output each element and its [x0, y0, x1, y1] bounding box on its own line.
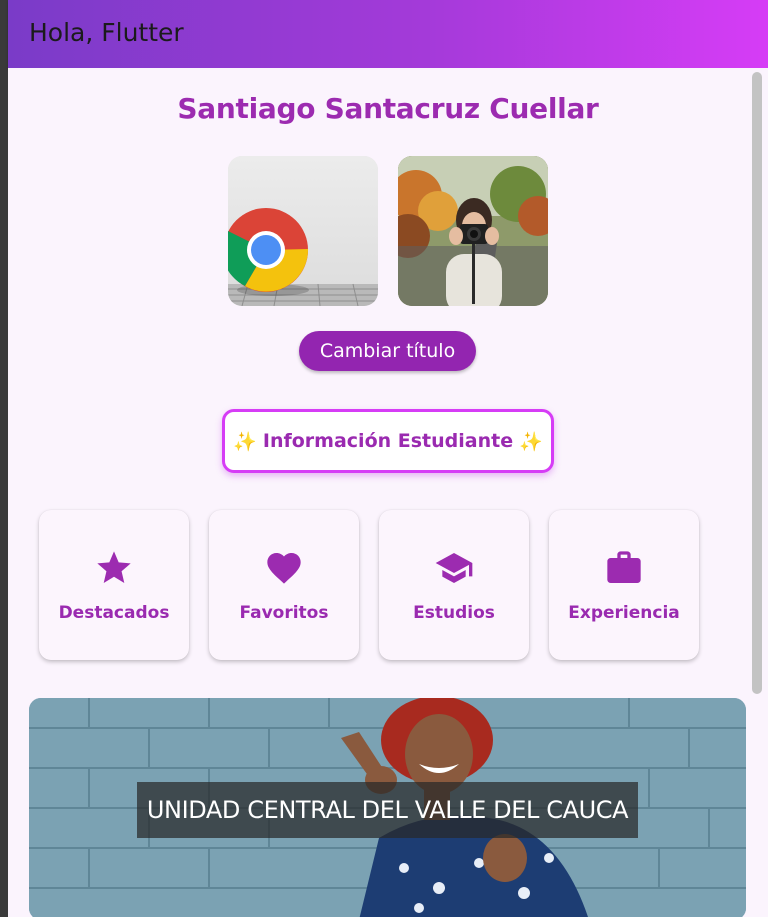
photographer-illustration: [398, 156, 548, 306]
student-info-button[interactable]: ✨ Información Estudiante ✨: [222, 409, 554, 473]
card-destacados[interactable]: Destacados: [39, 510, 189, 660]
graduation-cap-icon: [435, 553, 473, 583]
card-label: Experiencia: [568, 603, 680, 623]
card-estudios[interactable]: Estudios: [379, 510, 529, 660]
chrome-logo-icon: [228, 156, 378, 306]
card-label: Estudios: [413, 603, 495, 623]
window-edge: [0, 0, 8, 917]
card-experiencia[interactable]: Experiencia: [549, 510, 699, 660]
banner-caption-box: UNIDAD CENTRAL DEL VALLE DEL CAUCA: [137, 782, 638, 838]
sparkles-icon: ✨: [233, 430, 257, 453]
card-label: Favoritos: [239, 603, 329, 623]
app-bar: Hola, Flutter: [8, 0, 768, 68]
banner-caption: UNIDAD CENTRAL DEL VALLE DEL CAUCA: [146, 796, 629, 824]
change-title-button[interactable]: Cambiar título: [299, 331, 476, 371]
student-info-label: Información Estudiante: [262, 430, 514, 452]
heart-icon: [267, 553, 301, 584]
star-icon: [97, 551, 131, 583]
photographer-image: [398, 156, 548, 306]
app-bar-title: Hola, Flutter: [29, 18, 184, 47]
chrome-logo-image: [228, 156, 378, 306]
app-window: Hola, Flutter Santiago Santacruz Cuellar: [0, 0, 768, 917]
card-label: Destacados: [58, 603, 170, 623]
university-banner: UNIDAD CENTRAL DEL VALLE DEL CAUCA: [29, 698, 746, 917]
sparkles-icon: ✨: [519, 430, 543, 453]
card-favoritos[interactable]: Favoritos: [209, 510, 359, 660]
page-title: Santiago Santacruz Cuellar: [177, 92, 599, 125]
briefcase-icon: [607, 551, 641, 583]
scrollbar[interactable]: [752, 72, 762, 694]
